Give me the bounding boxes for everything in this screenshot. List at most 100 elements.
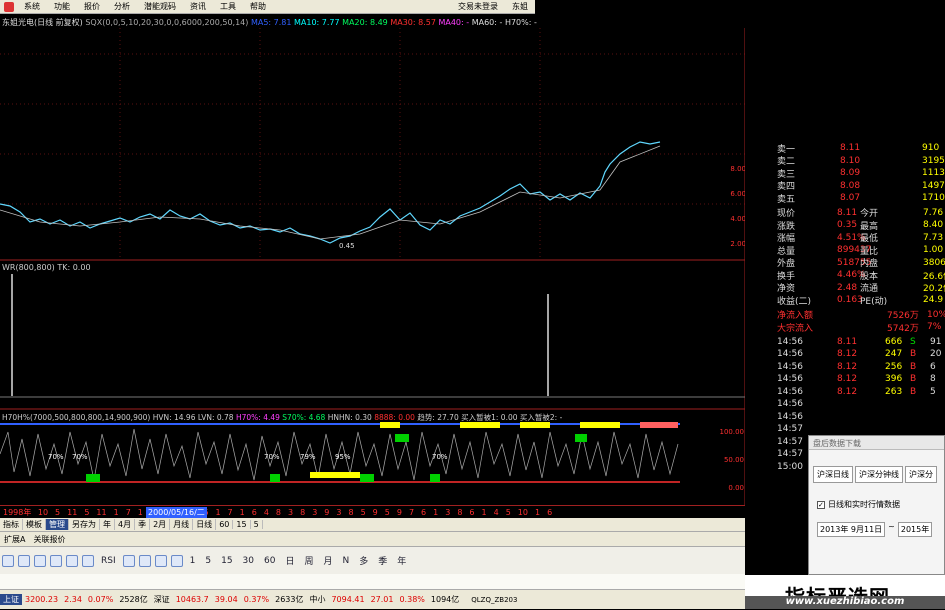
tick-time: 14:56 — [777, 361, 803, 372]
toolbar-item-1[interactable]: 1 — [185, 556, 201, 566]
tick-price: 8.12 — [837, 374, 858, 385]
menu-tools[interactable]: 工具 — [213, 1, 243, 12]
bottom-tab-6[interactable]: 季 — [135, 519, 151, 530]
tab-other[interactable]: 沪深分 — [905, 466, 937, 483]
start-date-input[interactable]: 2013年 9月11日 — [817, 522, 886, 537]
stat-value: 0.35 — [837, 220, 858, 231]
trade-login-status[interactable]: 交易未登录 — [451, 1, 505, 12]
chart-panel[interactable]: 东姐光电(日线 前复权) SQX(0,0,5,10,20,30,0,0,6000… — [0, 14, 746, 518]
ind-axis-tick: 50.00 — [723, 456, 744, 464]
end-date-input[interactable]: 2015年 — [897, 522, 933, 537]
toolbar-item-3[interactable]: 15 — [216, 556, 237, 566]
zx-index-value: 7094.41 — [331, 595, 365, 604]
toolbar-item-0[interactable]: RSI — [96, 556, 121, 566]
toolbar-item-2[interactable]: 5 — [200, 556, 216, 566]
sell-volume: 3195 — [922, 155, 945, 166]
tick-price: 8.12 — [837, 349, 858, 360]
toolbar-tool-icon[interactable] — [34, 554, 46, 567]
bottom-tab-0[interactable]: 指标 — [0, 519, 23, 530]
toolbar-draw-icon[interactable] — [154, 554, 167, 567]
sz-index-value: 10463.7 — [175, 595, 209, 604]
toolbar-item-8[interactable]: 月 — [318, 554, 337, 567]
toolbar-item-11[interactable]: 季 — [373, 554, 392, 567]
tick-count: 6 — [930, 361, 936, 372]
timeline-axis[interactable]: 1998年 1051151117192612617164838393859597… — [0, 505, 745, 518]
tab-extension-a[interactable]: 扩展A — [0, 534, 29, 545]
menu-system[interactable]: 系统 — [17, 1, 47, 12]
stat-value2: 380682 — [923, 257, 945, 268]
sell-price: 8.09 — [840, 168, 861, 179]
toolbar-tool-icon[interactable] — [50, 554, 62, 567]
timeline-tick: 6 — [251, 507, 257, 517]
tick-count: 8 — [930, 374, 936, 385]
bottom-tab-11[interactable]: 15 — [233, 520, 251, 529]
bottom-tab-4[interactable]: 年 — [100, 519, 115, 530]
ind-sig: 8888: 0.00 — [374, 413, 415, 422]
menu-user[interactable]: 东姐 — [505, 1, 535, 12]
toolbar-item-9[interactable]: N — [338, 556, 355, 566]
bottom-tab-5[interactable]: 4月 — [115, 519, 136, 530]
tab-related-quote[interactable]: 关联报价 — [29, 534, 69, 545]
zx-index-name[interactable]: 中小 — [306, 594, 328, 605]
tab-minute[interactable]: 沪深分钟线 — [855, 466, 903, 483]
menu-potential[interactable]: 潜能观码 — [137, 1, 183, 12]
bottom-tab-8[interactable]: 月线 — [170, 519, 194, 530]
stat-label2: 内盘 — [860, 259, 879, 270]
toolbar-tool-icon[interactable] — [18, 554, 30, 567]
stat-label: 现价 — [777, 209, 796, 220]
timeline-tick: 10 — [517, 507, 528, 517]
price-axis: 8.00 6.00 4.00 2.00 — [722, 157, 746, 257]
svg-text:70%: 70% — [48, 453, 64, 461]
menu-news[interactable]: 资讯 — [183, 1, 213, 12]
bottom-tab-7[interactable]: 2月 — [150, 519, 171, 530]
toolbar-item-5[interactable]: 60 — [259, 556, 280, 566]
toolbar-item-4[interactable]: 30 — [238, 556, 259, 566]
sh-index-name[interactable]: 上证 — [0, 594, 22, 605]
ind-hnhn: HNHN: 0.30 — [327, 413, 372, 422]
ind-buy2: 买入暂被2: - — [519, 413, 563, 422]
stat-value2: 7.76 — [923, 207, 944, 218]
toolbar-item-7[interactable]: 周 — [299, 554, 318, 567]
tick-time: 15:00 — [777, 461, 803, 472]
quote-row: 换手4.46%股本26.6亿 — [745, 269, 945, 282]
bottom-tab-2[interactable]: 管理 — [46, 519, 69, 530]
toolbar-item-12[interactable]: 年 — [392, 554, 411, 567]
bottom-tab-10[interactable]: 60 — [216, 520, 234, 529]
timeline-tick: 11 — [67, 507, 78, 517]
bottom-tab-3[interactable]: 另存为 — [69, 519, 100, 530]
quote-row: 卖四 8.08 1497 — [745, 180, 945, 193]
quote-row: 涨跌 0.35 最高 8.40 — [745, 219, 945, 232]
toolbar-tool-icon[interactable] — [82, 554, 94, 567]
tab-daily[interactable]: 沪深日线 — [813, 466, 853, 483]
tick-time: 14:56 — [777, 411, 803, 422]
toolbar-draw-icon[interactable] — [122, 554, 135, 567]
bottom-tab-9[interactable]: 日线 — [193, 519, 217, 530]
tick-side: B — [910, 349, 917, 360]
bottom-tab-1[interactable]: 模板 — [23, 519, 46, 530]
svg-text:70%: 70% — [432, 453, 448, 461]
menu-analysis[interactable]: 分析 — [107, 1, 137, 12]
daily-checkbox[interactable]: ✓ — [817, 500, 825, 509]
flow-value: 7526万 — [887, 311, 919, 322]
menu-quote[interactable]: 报价 — [77, 1, 107, 12]
flow-label: 大宗流入 — [777, 323, 814, 334]
toolbar-tool-icon[interactable] — [66, 554, 78, 567]
toolbar-item-6[interactable]: 日 — [280, 554, 299, 567]
sell-level-label: 卖五 — [777, 194, 796, 205]
quote-row: 14:56 8.12 256 B 6 — [745, 361, 945, 374]
tick-volume: 396 — [885, 374, 903, 385]
menu-help[interactable]: 帮助 — [243, 1, 273, 12]
tick-time: 14:56 — [777, 386, 803, 397]
toolbar-draw-icon[interactable] — [138, 554, 151, 567]
menu-function[interactable]: 功能 — [47, 1, 77, 12]
bottom-tab-12[interactable]: 5 — [251, 520, 263, 529]
toolbar-tool-icon[interactable] — [2, 554, 14, 567]
toolbar-draw-icon[interactable] — [170, 554, 183, 567]
svg-text:70%: 70% — [72, 453, 88, 461]
quote-row: 卖三 8.09 1113 — [745, 167, 945, 180]
toolbar-item-10[interactable]: 多 — [354, 554, 373, 567]
sh-index-pct: 0.07% — [87, 595, 114, 604]
sz-index-name[interactable]: 深证 — [151, 594, 173, 605]
sell-price: 8.08 — [840, 180, 861, 191]
sell-level-label: 卖四 — [777, 182, 796, 193]
